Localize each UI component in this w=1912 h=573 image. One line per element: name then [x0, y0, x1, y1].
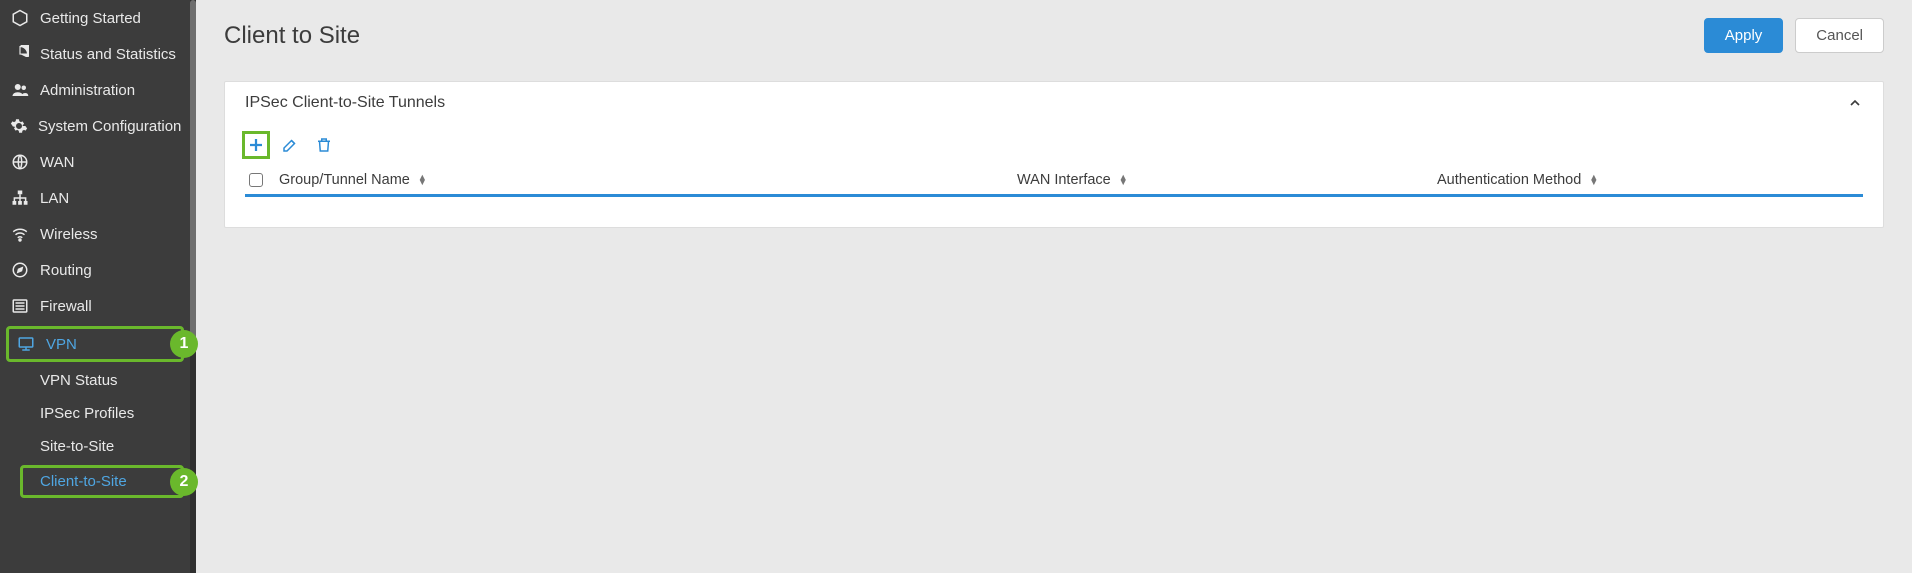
column-wan-interface[interactable]: WAN Interface ▲▼ — [1013, 166, 1433, 196]
annotation-badge-2: 2 — [170, 468, 198, 496]
sidebar-item-label: Firewall — [40, 298, 92, 315]
sidebar-item-label: VPN Status — [40, 372, 118, 389]
column-label: Group/Tunnel Name — [279, 172, 410, 188]
sidebar-item-wireless[interactable]: Wireless — [0, 216, 190, 252]
sidebar-item-label: WAN — [40, 154, 74, 171]
add-button[interactable] — [245, 134, 267, 156]
sort-icon: ▲▼ — [1589, 175, 1598, 185]
cancel-button[interactable]: Cancel — [1795, 18, 1884, 53]
sort-icon: ▲▼ — [1119, 175, 1128, 185]
sidebar-item-lan[interactable]: LAN — [0, 180, 190, 216]
sidebar-subitem-site-to-site[interactable]: Site-to-Site — [0, 430, 190, 463]
sidebar-item-label: Wireless — [40, 226, 98, 243]
table-header-row: Group/Tunnel Name ▲▼ WAN Interface ▲▼ Au… — [245, 166, 1863, 196]
hexagon-icon — [10, 8, 30, 28]
delete-button[interactable] — [313, 134, 335, 156]
select-all-checkbox[interactable] — [249, 173, 263, 187]
sidebar-item-status-statistics[interactable]: Status and Statistics — [0, 36, 190, 72]
sidebar-item-label: Client-to-Site — [40, 473, 127, 490]
gear-icon — [10, 116, 28, 136]
sidebar-item-wan[interactable]: WAN — [0, 144, 190, 180]
panel-header[interactable]: IPSec Client-to-Site Tunnels — [225, 82, 1883, 124]
sidebar-item-routing[interactable]: Routing — [0, 252, 190, 288]
sitemap-icon — [10, 188, 30, 208]
users-icon — [10, 80, 30, 100]
display-icon — [16, 334, 36, 354]
page-header: Client to Site Apply Cancel — [196, 0, 1912, 81]
column-label: WAN Interface — [1017, 172, 1111, 188]
panel-title: IPSec Client-to-Site Tunnels — [245, 94, 445, 112]
wifi-icon — [10, 224, 30, 244]
pie-icon — [10, 44, 30, 64]
sidebar-item-label: System Configuration — [38, 118, 181, 135]
edit-button[interactable] — [279, 134, 301, 156]
sidebar-item-label: Site-to-Site — [40, 438, 114, 455]
apply-button[interactable]: Apply — [1704, 18, 1784, 53]
sidebar-item-label: LAN — [40, 190, 69, 207]
panel-body: Group/Tunnel Name ▲▼ WAN Interface ▲▼ Au… — [225, 124, 1883, 227]
sidebar: Getting Started Status and Statistics Ad… — [0, 0, 190, 573]
globe-icon — [10, 152, 30, 172]
column-label: Authentication Method — [1437, 172, 1581, 188]
sidebar-item-vpn[interactable]: VPN 1 — [6, 326, 184, 362]
sidebar-item-getting-started[interactable]: Getting Started — [0, 0, 190, 36]
page-actions: Apply Cancel — [1704, 18, 1884, 53]
sidebar-item-label: IPSec Profiles — [40, 405, 134, 422]
page-title: Client to Site — [224, 22, 360, 50]
sidebar-item-label: Status and Statistics — [40, 46, 176, 63]
sidebar-item-administration[interactable]: Administration — [0, 72, 190, 108]
main-content: Client to Site Apply Cancel IPSec Client… — [196, 0, 1912, 573]
chevron-up-icon — [1847, 95, 1863, 111]
sidebar-item-label: Getting Started — [40, 10, 141, 27]
sidebar-subitem-client-to-site[interactable]: Client-to-Site 2 — [20, 465, 184, 498]
compass-icon — [10, 260, 30, 280]
sidebar-item-label: Administration — [40, 82, 135, 99]
column-group-tunnel-name[interactable]: Group/Tunnel Name ▲▼ — [275, 166, 1013, 196]
column-authentication-method[interactable]: Authentication Method ▲▼ — [1433, 166, 1863, 196]
sidebar-item-firewall[interactable]: Firewall — [0, 288, 190, 324]
tunnels-table: Group/Tunnel Name ▲▼ WAN Interface ▲▼ Au… — [245, 166, 1863, 197]
list-icon — [10, 296, 30, 316]
ipsec-tunnels-panel: IPSec Client-to-Site Tunnels — [224, 81, 1884, 228]
sidebar-item-system-configuration[interactable]: System Configuration — [0, 108, 190, 144]
sort-icon: ▲▼ — [418, 175, 427, 185]
sidebar-item-label: VPN — [46, 336, 77, 353]
sidebar-subitem-vpn-status[interactable]: VPN Status — [0, 364, 190, 397]
sidebar-item-label: Routing — [40, 262, 92, 279]
annotation-badge-1: 1 — [170, 330, 198, 358]
sidebar-subitem-ipsec-profiles[interactable]: IPSec Profiles — [0, 397, 190, 430]
table-toolbar — [245, 134, 1863, 166]
